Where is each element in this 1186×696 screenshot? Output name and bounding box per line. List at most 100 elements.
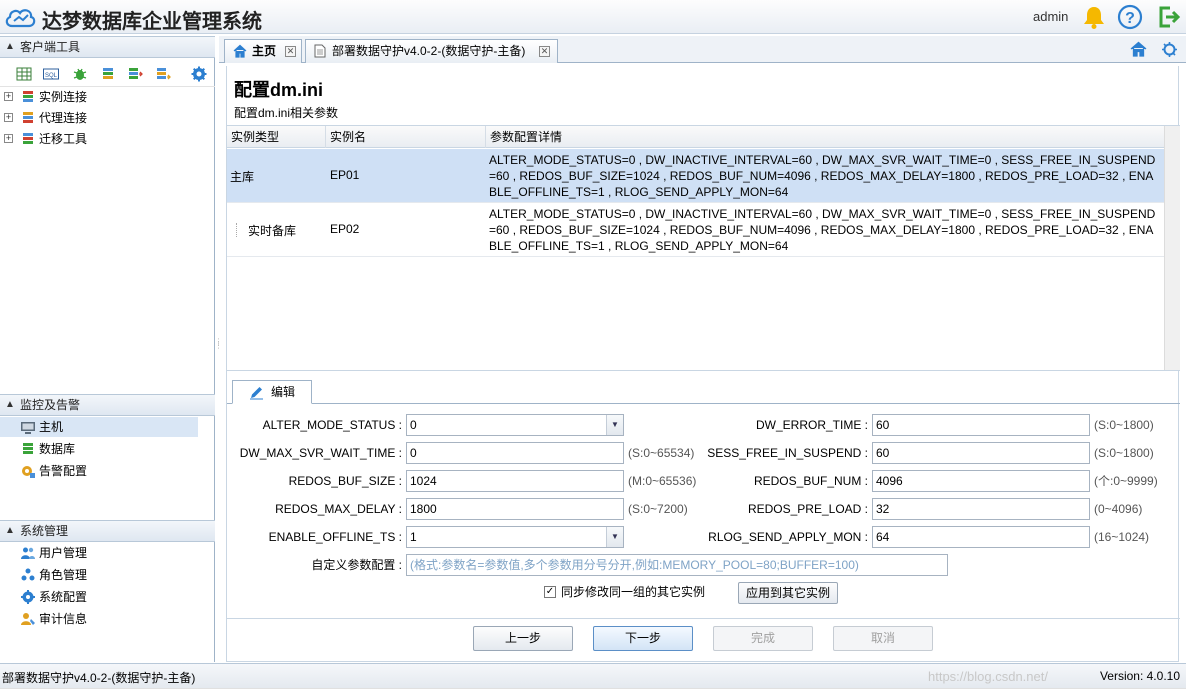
- sess-free-in-suspend-input[interactable]: 60: [872, 442, 1090, 464]
- db-import-icon[interactable]: [155, 66, 171, 82]
- cell-instance-name: EP02: [330, 222, 360, 236]
- settings-icon[interactable]: [191, 66, 207, 82]
- label-enable-offline-ts: ENABLE_OFFLINE_TS :: [268, 530, 402, 544]
- custom-params-placeholder: (格式:参数名=参数值,多个参数用分号分开,例如:MEMORY_POOL=80;…: [410, 558, 859, 572]
- prev-button[interactable]: 上一步: [473, 626, 573, 651]
- label-alter-mode-status: ALTER_MODE_STATUS :: [262, 418, 402, 432]
- alert-config-icon: [22, 466, 35, 478]
- agent-connection-icon: [23, 112, 33, 123]
- db-export-icon[interactable]: [127, 66, 143, 82]
- tab-home[interactable]: 主页 ✕: [224, 39, 302, 63]
- label-dw-error-time: DW_ERROR_TIME :: [755, 418, 868, 432]
- label-dw-max-svr-wait-time: DW_MAX_SVR_WAIT_TIME :: [239, 446, 402, 460]
- panel-title: 监控及告警: [20, 398, 81, 412]
- status-bar: 部署数据守护v4.0-2-(数据守护-主备) https://blog.csdn…: [0, 663, 1186, 688]
- instance-grid: 实例类型 实例名 参数配置详情 主库 EP01 ALTER_MODE_STATU…: [227, 125, 1180, 371]
- sidebar-item-label: 数据库: [39, 442, 76, 456]
- rlog-send-apply-mon-input[interactable]: 64: [872, 526, 1090, 548]
- close-icon[interactable]: ✕: [539, 46, 550, 57]
- bell-icon[interactable]: [1081, 4, 1107, 30]
- exit-icon[interactable]: [1156, 4, 1182, 30]
- sync-checkbox[interactable]: ✓: [544, 586, 556, 598]
- expand-icon[interactable]: +: [4, 134, 13, 143]
- close-icon[interactable]: ✕: [285, 46, 296, 57]
- col-header-instance-name[interactable]: 实例名: [326, 126, 486, 148]
- col-header-param-detail[interactable]: 参数配置详情: [486, 126, 1164, 148]
- redos-max-delay-input[interactable]: 1800: [406, 498, 624, 520]
- sidebar-item-role-management[interactable]: 角色管理: [0, 565, 215, 585]
- sidebar-item-migration-tool[interactable]: + 迁移工具: [0, 129, 215, 149]
- home-icon[interactable]: [1130, 41, 1147, 57]
- app-title: 达梦数据库企业管理系统: [42, 11, 262, 33]
- cancel-button[interactable]: 取消: [833, 626, 933, 651]
- client-tools-toolbar: SQL: [0, 61, 215, 87]
- chevron-down-icon[interactable]: ▼: [606, 527, 623, 547]
- users-icon: [21, 547, 35, 559]
- collapse-caret-icon[interactable]: ▲: [5, 37, 15, 57]
- expand-icon[interactable]: +: [4, 92, 13, 101]
- collapse-caret-icon[interactable]: ▲: [5, 521, 15, 541]
- wizard-content: 配置dm.ini 配置dm.ini相关参数 实例类型 实例名 参数配置详情 主库…: [226, 66, 1180, 662]
- cell-param-detail: ALTER_MODE_STATUS=0 , DW_INACTIVE_INTERV…: [489, 153, 1156, 199]
- dw-max-svr-wait-time-input[interactable]: 0: [406, 442, 624, 464]
- next-button[interactable]: 下一步: [593, 626, 693, 651]
- panel-header-client-tools[interactable]: ▲ 客户端工具: [0, 36, 215, 58]
- panel-header-monitor[interactable]: ▲ 监控及告警: [0, 394, 215, 416]
- label-redos-buf-num: REDOS_BUF_NUM :: [753, 474, 868, 488]
- migration-icon: [23, 133, 33, 144]
- sidebar-item-label: 实例连接: [39, 90, 88, 104]
- table-row[interactable]: 主库 EP01 ALTER_MODE_STATUS=0 , DW_INACTIV…: [227, 149, 1164, 203]
- tab-edit[interactable]: 编辑: [232, 380, 312, 404]
- hint-sess-free-in-suspend: (S:0~1800): [1094, 446, 1154, 460]
- gear-icon: [21, 590, 35, 604]
- redos-buf-num-input[interactable]: 4096: [872, 470, 1090, 492]
- panel-header-system[interactable]: ▲ 系统管理: [0, 520, 215, 542]
- host-icon: [21, 422, 35, 434]
- custom-params-input[interactable]: (格式:参数名=参数值,多个参数用分号分开,例如:MEMORY_POOL=80;…: [406, 554, 948, 576]
- cloud-logo-icon: [5, 9, 36, 28]
- alter-mode-status-select[interactable]: 0 ▼: [406, 414, 624, 436]
- roles-icon: [21, 568, 35, 581]
- sidebar-item-user-management[interactable]: 用户管理: [0, 543, 215, 563]
- user-name[interactable]: admin: [1033, 9, 1068, 24]
- table-row[interactable]: 实时备库 EP02 ALTER_MODE_STATUS=0 , DW_INACT…: [227, 203, 1164, 257]
- label-rlog-send-apply-mon: RLOG_SEND_APPLY_MON :: [708, 530, 868, 544]
- database-icon: [23, 443, 33, 454]
- redos-pre-load-input[interactable]: 32: [872, 498, 1090, 520]
- tree-line: [236, 223, 237, 237]
- expand-icon[interactable]: +: [4, 113, 13, 122]
- help-icon[interactable]: ?: [1117, 4, 1143, 30]
- chevron-down-icon[interactable]: ▼: [606, 415, 623, 435]
- main-area: 主页 ✕ 部署数据守护v4.0-2-(数据守护-主备) ✕ 配置dm.ini 配…: [219, 36, 1186, 662]
- audit-icon: [21, 613, 35, 625]
- tools-icon[interactable]: [1161, 41, 1178, 58]
- enable-offline-ts-select[interactable]: 1 ▼: [406, 526, 624, 548]
- sidebar-item-database[interactable]: 数据库: [0, 439, 215, 459]
- table-icon[interactable]: [16, 66, 32, 82]
- col-header-instance-type[interactable]: 实例类型: [227, 126, 326, 148]
- sidebar-item-label: 角色管理: [39, 568, 88, 582]
- sidebar-item-system-config[interactable]: 系统配置: [0, 587, 215, 607]
- dw-error-time-input[interactable]: 60: [872, 414, 1090, 436]
- sidebar-item-alert-config[interactable]: 告警配置: [0, 461, 215, 481]
- grid-scrollbar[interactable]: [1164, 126, 1180, 370]
- sidebar-item-host[interactable]: 主机: [0, 417, 198, 437]
- tab-label: 编辑: [271, 385, 296, 399]
- sidebar-item-label: 代理连接: [39, 111, 88, 125]
- hint-redos-max-delay: (S:0~7200): [628, 502, 688, 516]
- redos-buf-size-input[interactable]: 1024: [406, 470, 624, 492]
- cell-instance-type: 主库: [230, 170, 255, 184]
- tab-deploy-guard[interactable]: 部署数据守护v4.0-2-(数据守护-主备) ✕: [305, 39, 558, 63]
- sidebar-item-audit-info[interactable]: 审计信息: [0, 609, 215, 629]
- sql-icon[interactable]: SQL: [43, 66, 59, 82]
- finish-button[interactable]: 完成: [713, 626, 813, 651]
- hint-redos-pre-load: (0~4096): [1094, 502, 1143, 516]
- pencil-icon: [250, 387, 263, 400]
- db-stack-icon[interactable]: [100, 66, 116, 82]
- sidebar-item-agent-connection[interactable]: + 代理连接: [0, 108, 215, 128]
- sidebar-item-instance-connection[interactable]: + 实例连接: [0, 87, 215, 107]
- collapse-caret-icon[interactable]: ▲: [5, 395, 15, 415]
- apply-to-others-button[interactable]: 应用到其它实例: [738, 582, 838, 604]
- sync-checkbox-label[interactable]: 同步修改同一组的其它实例: [561, 583, 705, 601]
- bug-icon[interactable]: [72, 66, 88, 82]
